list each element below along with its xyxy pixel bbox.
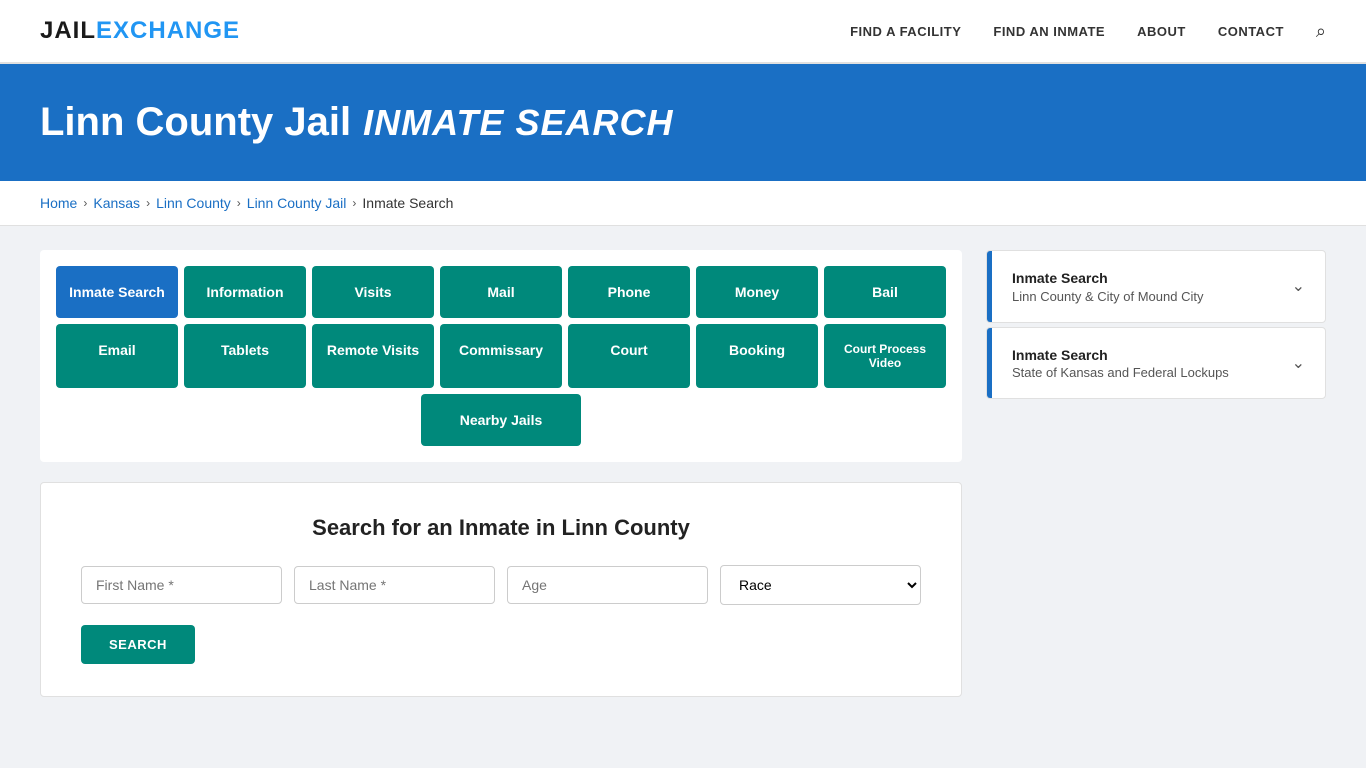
tile-phone[interactable]: Phone [568,266,690,318]
sidebar: Inmate Search Linn County & City of Moun… [986,250,1326,403]
main-nav: FIND A FACILITY FIND AN INMATE ABOUT CON… [850,21,1326,42]
sidebar-card-linn-county: Inmate Search Linn County & City of Moun… [986,250,1326,323]
breadcrumb-sep-4: › [352,196,356,210]
breadcrumb-home[interactable]: Home [40,195,77,211]
tile-money[interactable]: Money [696,266,818,318]
breadcrumb-sep-1: › [83,196,87,210]
hero-title-sub: INMATE SEARCH [363,102,673,143]
chevron-down-icon: ⌄ [1292,276,1305,296]
chevron-down-icon-2: ⌄ [1292,353,1305,373]
search-section: Search for an Inmate in Linn County Race… [40,482,962,697]
tiles-row-2: Email Tablets Remote Visits Commissary C… [56,324,946,388]
header: JAILEXCHANGE FIND A FACILITY FIND AN INM… [0,0,1366,64]
age-input[interactable] [507,566,708,604]
sidebar-card-linn-county-text: Inmate Search Linn County & City of Moun… [1012,269,1203,304]
tile-court-process-video[interactable]: Court Process Video [824,324,946,388]
breadcrumb-sep-2: › [146,196,150,210]
logo-exchange: EXCHANGE [96,17,240,44]
sidebar-card-linn-county-header[interactable]: Inmate Search Linn County & City of Moun… [987,251,1325,322]
logo-jail: JAIL [40,17,96,44]
main-content: Inmate Search Information Visits Mail Ph… [0,226,1366,721]
content-area: Inmate Search Information Visits Mail Ph… [40,250,962,697]
breadcrumb-current: Inmate Search [362,195,453,211]
breadcrumb-kansas[interactable]: Kansas [93,195,140,211]
sidebar-linn-title: Inmate Search [1012,269,1203,289]
tiles-wrapper: Inmate Search Information Visits Mail Ph… [40,250,962,462]
tile-nearby-jails[interactable]: Nearby Jails [421,394,581,446]
sidebar-linn-subtitle: Linn County & City of Mound City [1012,289,1203,304]
sidebar-kansas-subtitle: State of Kansas and Federal Lockups [1012,365,1229,380]
breadcrumb-linn-county[interactable]: Linn County [156,195,231,211]
tile-commissary[interactable]: Commissary [440,324,562,388]
nav-find-inmate[interactable]: FIND AN INMATE [993,24,1105,39]
search-icon-button[interactable]: ⌕ [1316,21,1326,42]
tile-remote-visits[interactable]: Remote Visits [312,324,434,388]
breadcrumb: Home › Kansas › Linn County › Linn Count… [0,181,1366,226]
tile-tablets[interactable]: Tablets [184,324,306,388]
sidebar-card-kansas-federal-text: Inmate Search State of Kansas and Federa… [1012,346,1229,381]
nav-contact[interactable]: CONTACT [1218,24,1284,39]
tiles-row-1: Inmate Search Information Visits Mail Ph… [56,266,946,318]
tile-information[interactable]: Information [184,266,306,318]
search-fields: Race White Black Hispanic Asian Other [81,565,921,605]
breadcrumb-sep-3: › [237,196,241,210]
race-select[interactable]: Race White Black Hispanic Asian Other [720,565,921,605]
tiles-row-3: Nearby Jails [56,394,946,446]
sidebar-card-kansas-federal-header[interactable]: Inmate Search State of Kansas and Federa… [987,328,1325,399]
last-name-input[interactable] [294,566,495,604]
page-title: Linn County Jail INMATE SEARCH [40,100,1326,145]
tile-mail[interactable]: Mail [440,266,562,318]
hero-banner: Linn County Jail INMATE SEARCH [0,64,1366,181]
search-button[interactable]: SEARCH [81,625,195,664]
breadcrumb-linn-county-jail[interactable]: Linn County Jail [247,195,347,211]
hero-title-main: Linn County Jail [40,100,351,144]
nav-find-facility[interactable]: FIND A FACILITY [850,24,961,39]
tile-visits[interactable]: Visits [312,266,434,318]
tile-booking[interactable]: Booking [696,324,818,388]
sidebar-card-kansas-federal: Inmate Search State of Kansas and Federa… [986,327,1326,400]
nav-about[interactable]: ABOUT [1137,24,1186,39]
tile-email[interactable]: Email [56,324,178,388]
tile-bail[interactable]: Bail [824,266,946,318]
tile-inmate-search[interactable]: Inmate Search [56,266,178,318]
sidebar-kansas-title: Inmate Search [1012,346,1229,366]
search-form-title: Search for an Inmate in Linn County [81,515,921,541]
tile-court[interactable]: Court [568,324,690,388]
first-name-input[interactable] [81,566,282,604]
logo[interactable]: JAILEXCHANGE [40,17,240,45]
